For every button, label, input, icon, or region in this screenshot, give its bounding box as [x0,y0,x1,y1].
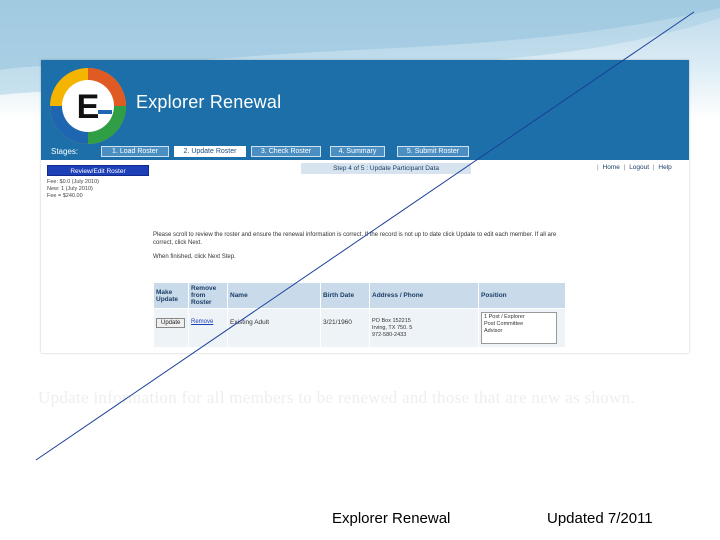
stage-summary[interactable]: 4. Summary [330,146,385,157]
position-option[interactable]: 1 Post / Explorer [484,314,554,321]
svg-text:E: E [77,88,100,126]
step-indicator: Step 4 of 5 : Update Participant Data [301,163,471,174]
column-header: Position [478,282,566,309]
logout-link[interactable]: Logout [629,164,649,171]
stages-label: Stages: [51,147,79,156]
review-edit-roster-button[interactable]: Review/Edit Roster [47,165,149,176]
top-links: | Home | Logout | Help [597,164,672,171]
stage-load-roster[interactable]: 1. Load Roster [101,146,169,157]
position-option[interactable]: Advisor [484,328,554,335]
stage-update-roster[interactable]: 2. Update Roster [174,146,246,157]
fee-line: Fee: $0.0 (July 2010) [47,179,99,185]
footer-title: Explorer Renewal [332,510,451,527]
remove-link[interactable]: Remove [191,319,213,325]
table-header-row: Make Update Remove from Roster Name Birt… [153,282,566,309]
column-header: Name [227,282,321,309]
instruction-text: When finished, click Next Step. [153,254,236,260]
column-header: Make Update [153,282,189,309]
fee-line: New: 1 (July 2010) [47,186,93,192]
slide-caption: Update information for all members to be… [38,388,635,407]
column-header: Address / Phone [369,282,479,309]
fee-line: Fee = $240.00 [47,193,83,199]
participant-table: Make Update Remove from Roster Name Birt… [153,282,566,348]
position-select[interactable]: 1 Post / Explorer Post Committee Advisor [481,312,557,344]
help-link[interactable]: Help [658,164,671,171]
update-button[interactable]: Update [156,318,186,328]
column-header: Birth Date [320,282,370,309]
position-option[interactable]: Post Committee [484,321,554,328]
learning-for-life-logo: E [50,68,126,144]
participant-name: Existing Adult [230,319,270,326]
column-header: Remove from Roster [188,282,228,309]
table-row: Update Remove Existing Adult 3/21/1960 P… [153,308,566,348]
instructions: Please scroll to review the roster and e… [153,231,573,267]
fee-summary: Fee: $0.0 (July 2010) New: 1 (July 2010)… [47,179,99,200]
footer-date: Updated 7/2011 [547,510,653,527]
stage-submit-roster[interactable]: 5. Submit Roster [397,146,469,157]
app-screenshot: E Explorer Renewal Stages: 1. Load Roste… [41,60,689,353]
home-link[interactable]: Home [603,164,620,171]
address-phone: PO Box 152215 Irving, TX 750. 5 972-580-… [372,318,413,338]
instruction-text: Please scroll to review the roster and e… [153,232,557,246]
page-title: Explorer Renewal [136,92,282,112]
app-banner: E Explorer Renewal Stages: 1. Load Roste… [41,60,689,160]
stage-check-roster[interactable]: 3. Check Roster [251,146,321,157]
birth-date: 3/21/1960 [323,319,352,326]
stages-nav: Stages: 1. Load Roster 2. Update Roster … [41,144,689,160]
